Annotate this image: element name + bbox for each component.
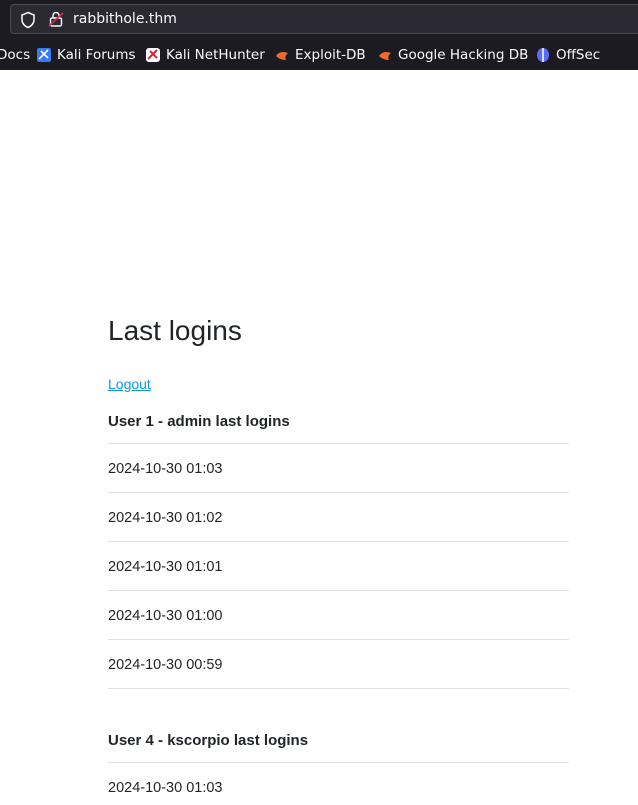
user-heading: User 1 - admin last logins [108, 410, 569, 444]
kali-nethunter-icon [146, 48, 160, 62]
bookmark-ghdb[interactable]: Google Hacking DB [377, 45, 528, 65]
login-row: 2024-10-30 01:03 [108, 444, 569, 493]
shield-icon[interactable] [19, 11, 37, 29]
login-row: 2024-10-30 00:59 [108, 640, 569, 689]
exploit-db-icon [276, 52, 288, 60]
kali-forums-icon [37, 48, 51, 62]
login-row: 2024-10-30 01:00 [108, 591, 569, 640]
login-row: 2024-10-30 01:02 [108, 493, 569, 542]
bookmark-kali-nethunter[interactable]: Kali NetHunter [145, 45, 265, 65]
url-bar[interactable]: rabbithole.thm [10, 4, 638, 34]
bookmark-label: Kali NetHunter [166, 47, 265, 63]
login-row: 2024-10-30 01:03 [108, 763, 569, 805]
login-row: 2024-10-30 01:01 [108, 542, 569, 591]
bookmark-offsec[interactable]: OffSec [535, 45, 600, 65]
browser-toolbar: rabbithole.thm Docs Kali Forums Kali Net… [0, 0, 638, 70]
bookmarks-bar: Docs Kali Forums Kali NetHunter Exploit-… [0, 40, 638, 68]
bookmark-docs[interactable]: Docs [0, 45, 30, 65]
insecure-lock-icon[interactable] [47, 10, 65, 28]
bookmark-label: Google Hacking DB [398, 47, 529, 63]
bookmark-kali-forums[interactable]: Kali Forums [36, 45, 136, 65]
bookmark-exploit-db[interactable]: Exploit-DB [274, 45, 366, 65]
user-heading: User 4 - kscorpio last logins [108, 729, 569, 763]
bookmark-label: Exploit-DB [295, 47, 366, 63]
user-login-block: User 4 - kscorpio last logins 2024-10-30… [108, 729, 569, 805]
offsec-icon [537, 48, 549, 62]
bookmark-label: Kali Forums [57, 47, 136, 63]
bookmark-label: OffSec [556, 47, 601, 63]
bookmark-label: Docs [0, 47, 31, 63]
ghdb-icon [379, 52, 391, 60]
url-text[interactable]: rabbithole.thm [73, 11, 177, 27]
logout-link[interactable]: Logout [108, 376, 151, 392]
user-login-block: User 1 - admin last logins 2024-10-30 01… [108, 410, 569, 689]
page-title: Last logins [108, 315, 242, 346]
